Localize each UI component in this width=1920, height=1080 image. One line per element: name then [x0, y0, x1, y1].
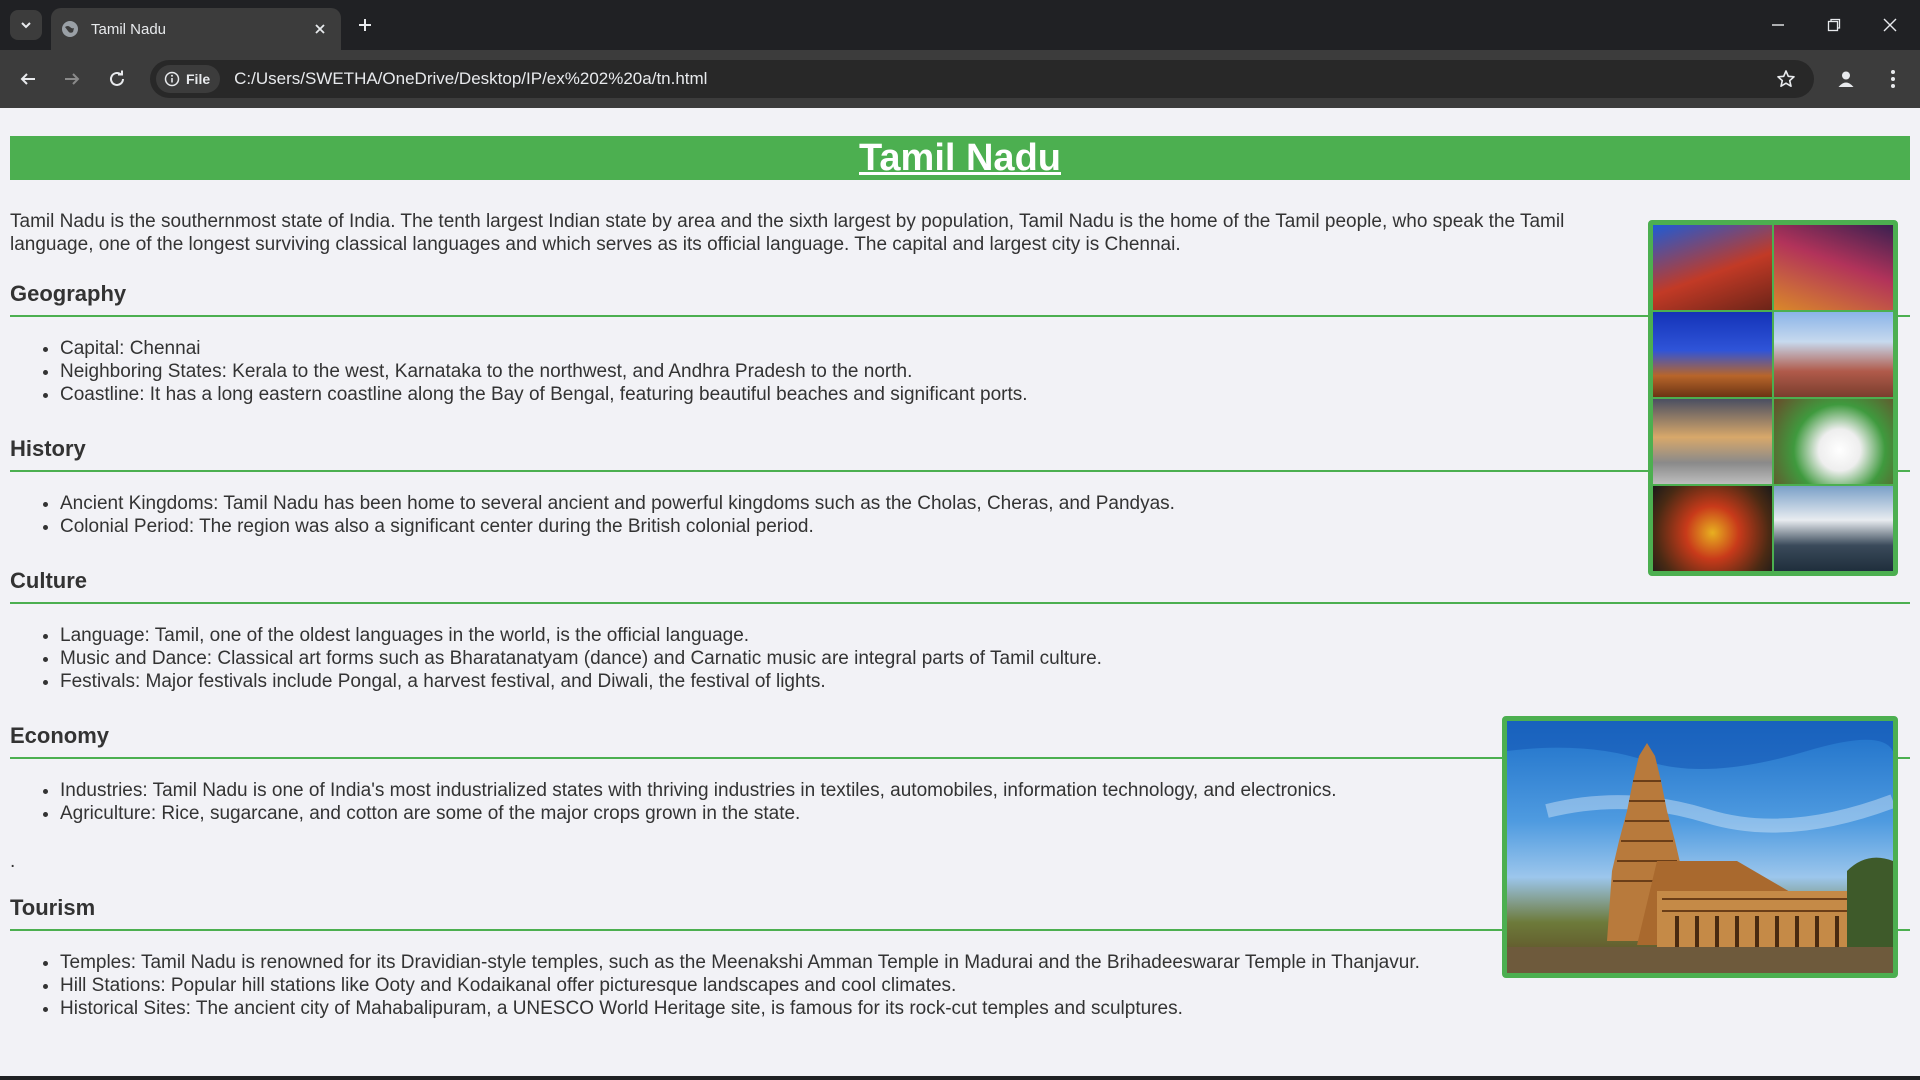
collage-tile	[1653, 225, 1772, 310]
browser-menu-button[interactable]	[1877, 63, 1909, 95]
restore-icon	[1827, 18, 1841, 32]
minimize-button[interactable]	[1750, 0, 1806, 50]
section-heading: Geography	[10, 281, 1910, 317]
tab-close-button[interactable]	[309, 18, 331, 40]
reload-icon	[110, 70, 124, 86]
new-tab-button[interactable]	[352, 12, 378, 38]
section-heading: History	[10, 436, 1910, 472]
site-info-label: File	[186, 71, 211, 87]
section-list: Capital: Chennai Neighboring States: Ker…	[10, 337, 1910, 406]
site-info-chip[interactable]: File	[156, 65, 221, 93]
window-bottom-edge	[0, 1076, 1920, 1080]
close-icon	[1883, 18, 1897, 32]
list-item: Ancient Kingdoms: Tamil Nadu has been ho…	[60, 492, 1910, 515]
minimize-icon	[1772, 24, 1784, 26]
list-item: Music and Dance: Classical art forms suc…	[60, 647, 1910, 670]
reload-button[interactable]	[101, 63, 133, 95]
temple-illustration	[1507, 721, 1893, 973]
brihadeeswarar-temple-image	[1502, 716, 1898, 978]
profile-icon	[1838, 71, 1854, 87]
collage-tile	[1774, 486, 1893, 571]
collage-tile	[1774, 399, 1893, 484]
section-geography: Geography Capital: Chennai Neighboring S…	[10, 281, 1910, 406]
arrow-right-icon	[65, 73, 80, 85]
tab-search-button[interactable]	[10, 10, 42, 40]
section-heading: Culture	[10, 568, 1910, 604]
list-item: Coastline: It has a long eastern coastli…	[60, 383, 1910, 406]
chevron-down-icon	[21, 22, 31, 29]
restore-button[interactable]	[1806, 0, 1862, 50]
forward-button[interactable]	[56, 63, 88, 95]
page-title: Tamil Nadu	[859, 136, 1061, 179]
collage-tile	[1653, 486, 1772, 571]
collage-tile	[1653, 312, 1772, 397]
address-bar[interactable]: File C:/Users/SWETHA/OneDrive/Desktop/IP…	[150, 60, 1814, 98]
url-text[interactable]: C:/Users/SWETHA/OneDrive/Desktop/IP/ex%2…	[234, 69, 1768, 89]
close-icon	[315, 24, 325, 34]
tamil-nadu-collage-image	[1648, 220, 1898, 576]
list-item: Colonial Period: The region was also a s…	[60, 515, 1910, 538]
tab-title: Tamil Nadu	[91, 20, 167, 38]
page-viewport: Tamil Nadu Tamil Nadu is the southernmos…	[0, 108, 1920, 1076]
globe-icon	[62, 21, 78, 37]
star-icon	[1777, 70, 1795, 87]
arrow-left-icon	[20, 73, 35, 85]
section-culture: Culture Language: Tamil, one of the olde…	[10, 568, 1910, 693]
collage-tile	[1653, 399, 1772, 484]
plus-icon	[359, 19, 371, 31]
section-list: Language: Tamil, one of the oldest langu…	[10, 624, 1910, 693]
list-item: Capital: Chennai	[60, 337, 1910, 360]
section-history: History Ancient Kingdoms: Tamil Nadu has…	[10, 436, 1910, 538]
collage-tile	[1774, 225, 1893, 310]
profile-button[interactable]	[1830, 63, 1862, 95]
info-icon	[164, 71, 180, 87]
browser-toolbar: File C:/Users/SWETHA/OneDrive/Desktop/IP…	[0, 50, 1920, 108]
section-list: Ancient Kingdoms: Tamil Nadu has been ho…	[10, 492, 1910, 538]
intro-paragraph: Tamil Nadu is the southernmost state of …	[10, 211, 1565, 255]
title-banner: Tamil Nadu	[10, 136, 1910, 180]
list-item: Language: Tamil, one of the oldest langu…	[60, 624, 1910, 647]
browser-tab[interactable]: Tamil Nadu	[51, 8, 341, 50]
browser-tabstrip: Tamil Nadu	[0, 0, 1920, 50]
collage-tile	[1774, 312, 1893, 397]
bookmark-button[interactable]	[1768, 61, 1804, 97]
back-button[interactable]	[12, 63, 44, 95]
list-item: Festivals: Major festivals include Ponga…	[60, 670, 1910, 693]
list-item: Neighboring States: Kerala to the west, …	[60, 360, 1910, 383]
list-item: Historical Sites: The ancient city of Ma…	[60, 997, 1910, 1020]
close-window-button[interactable]	[1862, 0, 1918, 50]
kebab-menu-icon	[1891, 70, 1895, 88]
